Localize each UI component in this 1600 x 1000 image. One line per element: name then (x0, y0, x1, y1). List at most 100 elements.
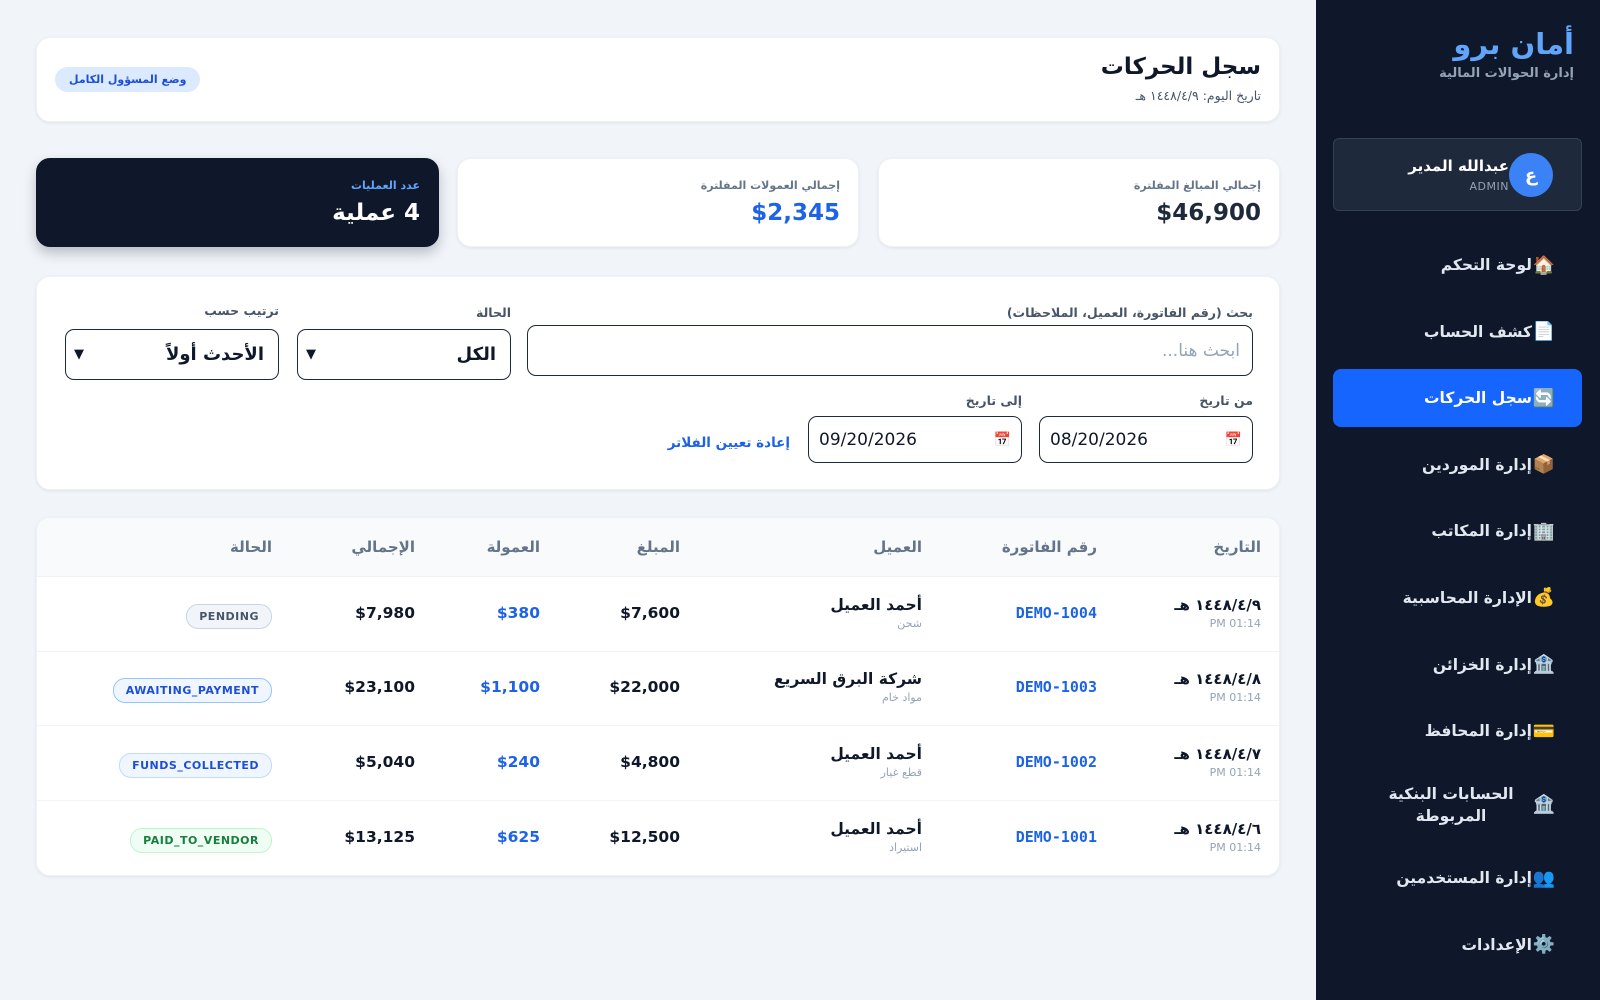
customer-note: قطع غيار (880, 766, 922, 779)
customer-note: شحن (897, 617, 922, 630)
commission-cell: $625 (496, 828, 540, 846)
reset-filters-link[interactable]: إعادة تعيين الفلاتر (668, 435, 790, 451)
brand-title: أمان برو (1453, 27, 1574, 61)
invoice-link[interactable]: DEMO-1002 (1016, 753, 1097, 771)
sidebar-item-label: إدارة المحافظ (1424, 722, 1532, 741)
amount-cell: $7,600 (620, 604, 680, 622)
stat-operation-count: عدد العمليات 4 عملية (36, 158, 439, 247)
search-label: بحث (رقم الفاتورة، العميل، الملاحظات) (1006, 305, 1253, 320)
col-header-invoice: رقم الفاتورة (1001, 538, 1097, 556)
status-label: الحالة (476, 305, 511, 320)
office-building-icon: 🏢 (1532, 520, 1556, 542)
sidebar-item-treasuries[interactable]: 🏦 إدارة الخزائن (1333, 636, 1582, 694)
sidebar-item-label: إدارة المستخدمين (1396, 869, 1532, 888)
invoice-link[interactable]: DEMO-1003 (1016, 678, 1097, 696)
sidebar-item-label: سجل الحركات (1423, 389, 1532, 408)
search-placeholder: ابحث هنا... (1161, 340, 1240, 361)
user-name: عبدالله المدير (1408, 157, 1509, 175)
bank-icon: 🏦 (1532, 794, 1556, 816)
col-header-total: الإجمالي (351, 538, 415, 556)
row-date: ١٤٤٨/٤/٨ هـ (1174, 670, 1261, 688)
sidebar-item-label: الحسابات البنكية المربوطة (1388, 784, 1514, 825)
commission-cell: $1,100 (480, 678, 540, 696)
sidebar-item-account-statement[interactable]: 📄 كشف الحساب (1333, 303, 1582, 361)
sort-label: ترتيب حسب (204, 303, 279, 318)
row-date: ١٤٤٨/٤/٧ هـ (1174, 745, 1261, 763)
status-select[interactable]: الكل ▼ (297, 329, 511, 380)
brand-subtitle: إدارة الحوالات المالية (1439, 66, 1574, 81)
stat-total-amount: إجمالي المبالغ المفلترة $46,900 (878, 158, 1280, 247)
chevron-down-icon: ▼ (306, 347, 316, 362)
status-cell: PAID_TO_VENDOR (130, 828, 272, 853)
sidebar-item-users[interactable]: 👥 إدارة المستخدمين (1333, 849, 1582, 907)
table-row[interactable]: ١٤٤٨/٤/٧ هـ 01:14 PM DEMO-1002 أحمد العم… (37, 727, 1279, 801)
transactions-table: التاريخ رقم الفاتورة العميل المبلغ العمو… (36, 517, 1280, 876)
bank-icon: 🏦 (1532, 654, 1556, 676)
sidebar-item-label: لوحة التحكم (1440, 256, 1532, 274)
stat-value: $2,345 (751, 200, 840, 226)
sort-select[interactable]: الأحدث أولاً ▼ (65, 329, 279, 380)
brand: أمان برو إدارة الحوالات المالية (1439, 26, 1574, 81)
document-icon: 📄 (1532, 321, 1556, 343)
admin-mode-badge: وضع المسؤول الكامل (55, 67, 201, 92)
page-date: تاريخ اليوم: ١٤٤٨/٤/٩ هـ (1135, 88, 1261, 103)
col-header-commission: العمولة (486, 538, 540, 556)
user-card[interactable]: ع عبدالله المدير ADMIN (1333, 138, 1582, 211)
customer-cell: أحمد العميل شحن (830, 596, 922, 630)
sidebar: أمان برو إدارة الحوالات المالية ع عبدالل… (1316, 0, 1600, 1000)
status-cell: FUNDS_COLLECTED (119, 753, 272, 778)
table-row[interactable]: ١٤٤٨/٤/٦ هـ 01:14 PM DEMO-1001 أحمد العم… (37, 802, 1279, 875)
total-cell: $5,040 (355, 753, 415, 771)
total-cell: $23,100 (344, 678, 415, 696)
row-time: 01:14 PM (1209, 841, 1261, 854)
invoice-link[interactable]: DEMO-1004 (1016, 604, 1097, 622)
package-icon: 📦 (1532, 454, 1556, 476)
sidebar-item-settings[interactable]: ⚙️ الإعدادات (1333, 916, 1582, 974)
col-header-date: التاريخ (1213, 538, 1261, 556)
sidebar-item-label: إدارة الموردين (1422, 455, 1532, 474)
row-time: 01:14 PM (1209, 617, 1261, 630)
amount-cell: $12,500 (609, 828, 680, 846)
calendar-icon[interactable]: 📅 (1225, 432, 1242, 448)
row-date: ١٤٤٨/٤/٩ هـ (1174, 596, 1261, 614)
users-icon: 👥 (1532, 867, 1556, 889)
sidebar-item-label: إدارة المكاتب (1431, 522, 1532, 541)
stat-total-commission: إجمالي العمولات المفلترة $2,345 (457, 158, 859, 247)
stat-label: عدد العمليات (351, 179, 420, 192)
sidebar-item-offices[interactable]: 🏢 إدارة المكاتب (1333, 502, 1582, 560)
status-badge: AWAITING_PAYMENT (112, 678, 272, 703)
stat-label: إجمالي العمولات المفلترة (700, 179, 840, 192)
from-date-input[interactable]: 08/20/2026 📅 (1039, 416, 1253, 463)
customer-cell: أحمد العميل استيراد (830, 820, 922, 854)
sidebar-item-vendors[interactable]: 📦 إدارة الموردين (1333, 436, 1582, 494)
calendar-icon[interactable]: 📅 (994, 432, 1011, 448)
status-cell: AWAITING_PAYMENT (112, 678, 272, 703)
table-row[interactable]: ١٤٤٨/٤/٨ هـ 01:14 PM DEMO-1003 شركة البر… (37, 652, 1279, 726)
search-input[interactable]: ابحث هنا... (527, 325, 1253, 376)
chevron-down-icon: ▼ (74, 347, 84, 362)
table-header: التاريخ رقم الفاتورة العميل المبلغ العمو… (37, 518, 1279, 577)
sidebar-item-accounting[interactable]: 💰 الإدارة المحاسبية (1333, 569, 1582, 627)
sidebar-item-wallets[interactable]: 💳 إدارة المحافظ (1333, 702, 1582, 760)
sidebar-item-dashboard[interactable]: 🏠 لوحة التحكم (1333, 236, 1582, 294)
status-badge: PAID_TO_VENDOR (130, 828, 272, 853)
invoice-link[interactable]: DEMO-1001 (1016, 828, 1097, 846)
date-cell: ١٤٤٨/٤/٧ هـ 01:14 PM (1174, 745, 1261, 779)
commission-cell: $240 (496, 753, 540, 771)
customer-cell: أحمد العميل قطع غيار (830, 745, 922, 779)
to-date-label: إلى تاريخ (965, 393, 1022, 408)
from-date-label: من تاريخ (1199, 393, 1253, 408)
amount-cell: $22,000 (609, 678, 680, 696)
sidebar-item-linked-bank-accounts[interactable]: 🏦 الحسابات البنكية المربوطة (1333, 769, 1582, 841)
user-role: ADMIN (1469, 180, 1509, 193)
amount-cell: $4,800 (620, 753, 680, 771)
customer-note: مواد خام (882, 691, 922, 704)
status-cell: PENDING (186, 604, 272, 629)
stat-label: إجمالي المبالغ المفلترة (1133, 179, 1261, 192)
money-bag-icon: 💰 (1532, 587, 1556, 609)
col-header-status: الحالة (230, 538, 272, 556)
to-date-input[interactable]: 09/20/2026 📅 (808, 416, 1022, 463)
row-time: 01:14 PM (1209, 766, 1261, 779)
table-row[interactable]: ١٤٤٨/٤/٩ هـ 01:14 PM DEMO-1004 أحمد العم… (37, 578, 1279, 652)
sidebar-item-transactions[interactable]: 🔄 سجل الحركات (1333, 369, 1582, 428)
